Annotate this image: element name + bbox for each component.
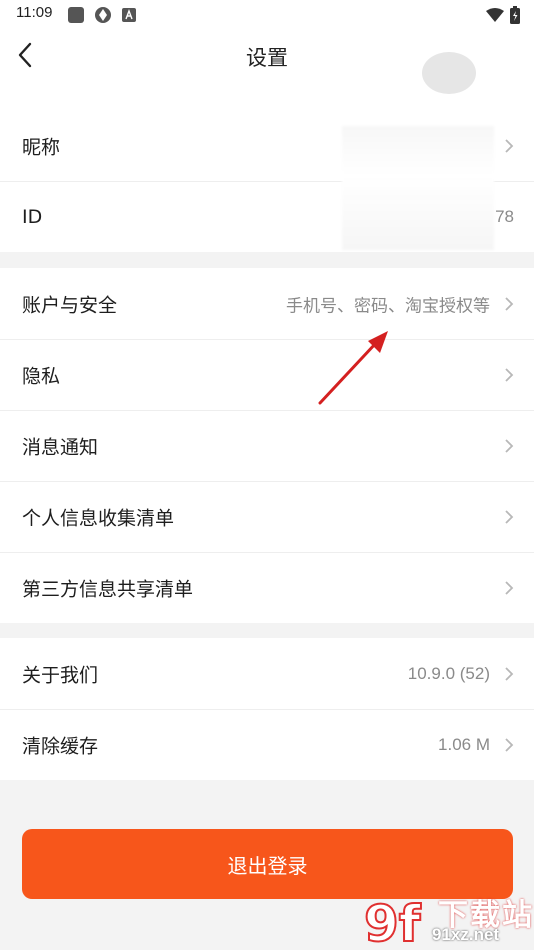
wifi-icon xyxy=(486,8,504,22)
account-security-value: 手机号、密码、淘宝授权等 xyxy=(286,296,490,315)
cache-size-value: 1.06 M xyxy=(438,735,490,754)
watermark-logo-text: 9f xyxy=(364,895,422,949)
account-security-label: 账户与安全 xyxy=(22,294,118,316)
annotation-arrow-icon xyxy=(318,331,388,405)
personal-info-list-row[interactable]: 个人信息收集清单 xyxy=(0,481,534,552)
chevron-right-icon xyxy=(505,138,514,153)
about-us-row[interactable]: 关于我们 10.9.0 (52) xyxy=(0,638,534,709)
chevron-right-icon xyxy=(505,368,514,382)
shutter-icon xyxy=(95,7,111,23)
status-time: 11:09 xyxy=(16,4,53,21)
notifications-label: 消息通知 xyxy=(22,436,99,459)
watermark-logo-icon: 9f xyxy=(363,894,423,949)
font-a-icon xyxy=(122,8,136,22)
clear-cache-label: 清除缓存 xyxy=(22,735,99,758)
status-notification-icons xyxy=(68,6,136,24)
id-label: ID xyxy=(22,206,43,228)
privacy-row[interactable]: 隐私 xyxy=(0,339,534,410)
notifications-row[interactable]: 消息通知 xyxy=(0,410,534,481)
third-party-sharing-label: 第三方信息共享清单 xyxy=(22,578,194,601)
id-value: 78 xyxy=(495,207,514,226)
watermark-line-2: 91xz.net xyxy=(432,925,500,944)
about-card: 关于我们 10.9.0 (52) 清除缓存 1.06 M xyxy=(0,638,534,780)
app-notification-icon xyxy=(68,7,84,23)
nickname-label: 昵称 xyxy=(22,136,61,158)
chevron-right-icon xyxy=(505,296,514,311)
status-bar: 11:09 xyxy=(0,0,534,30)
chevron-right-icon xyxy=(505,581,514,595)
chevron-right-icon xyxy=(505,666,514,681)
logout-button[interactable]: 退出登录 xyxy=(22,829,513,899)
privacy-label: 隐私 xyxy=(22,365,61,388)
personal-info-list-label: 个人信息收集清单 xyxy=(22,507,175,530)
chevron-right-icon xyxy=(505,738,514,752)
third-party-sharing-row[interactable]: 第三方信息共享清单 xyxy=(0,552,534,623)
status-system-icons xyxy=(486,6,520,24)
account-settings-card: 账户与安全 手机号、密码、淘宝授权等 隐私 消息通知 个人信息收集清单 第三方信… xyxy=(0,268,534,623)
chevron-right-icon xyxy=(505,510,514,524)
avatar[interactable] xyxy=(422,52,476,94)
redacted-blur xyxy=(342,126,494,250)
account-security-row[interactable]: 账户与安全 手机号、密码、淘宝授权等 xyxy=(0,268,534,339)
chevron-right-icon xyxy=(505,439,514,453)
avatar-row-partial[interactable] xyxy=(0,52,534,110)
version-value: 10.9.0 (52) xyxy=(407,663,490,683)
battery-icon xyxy=(510,6,520,24)
about-us-label: 关于我们 xyxy=(22,664,99,686)
clear-cache-row[interactable]: 清除缓存 1.06 M xyxy=(0,709,534,780)
